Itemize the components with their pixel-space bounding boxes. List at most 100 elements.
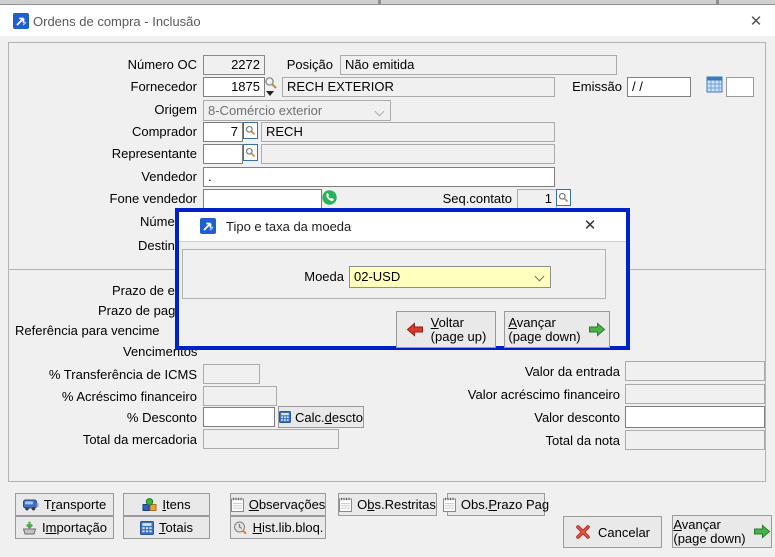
importacao-button[interactable]: Importação <box>15 516 114 539</box>
notepad-icon <box>443 497 456 512</box>
hist-lib-bloq-button[interactable]: Hist.lib.bloq. <box>230 516 326 539</box>
seq-contato-field: 1 <box>517 189 557 209</box>
calculator-icon <box>279 411 291 423</box>
valor-acrescimo-label: Valor acréscimo financeiro <box>420 387 620 403</box>
modal-avancar-label: Avançar(page down) <box>508 316 580 344</box>
app-logo-icon <box>200 218 216 234</box>
representante-label: Representante <box>17 146 197 162</box>
truck-icon <box>23 499 39 511</box>
calc-descto-button[interactable]: Calc.descto <box>278 406 364 428</box>
history-scroll-icon <box>233 521 248 535</box>
vendedor-input[interactable]: . <box>203 167 555 187</box>
chevron-down-icon <box>535 272 545 282</box>
total-mercadoria-field <box>203 429 339 449</box>
cancelar-label: Cancelar <box>598 525 650 540</box>
representante-code-input[interactable] <box>203 144 243 164</box>
totais-button[interactable]: Totais <box>123 516 210 539</box>
voltar-button[interactable]: Voltar(page up) <box>396 311 496 348</box>
fornecedor-search-icon[interactable] <box>264 76 278 90</box>
totais-label: Totais <box>159 520 193 535</box>
chevron-down-icon <box>375 107 385 117</box>
import-icon <box>22 521 37 535</box>
fornecedor-code-input[interactable]: 1875 <box>203 77 265 97</box>
emissao-extra-field <box>726 77 754 97</box>
origem-select: 8-Comércio exterior <box>203 100 391 121</box>
acrescimo-label: % Acréscimo financeiro <box>17 389 197 405</box>
importacao-label: Importação <box>42 520 107 535</box>
fornecedor-label: Fornecedor <box>17 79 197 95</box>
itens-label: Itens <box>162 497 190 512</box>
valor-desconto-input[interactable] <box>625 406 765 428</box>
moeda-select[interactable]: 02-USD <box>349 266 551 288</box>
ordens-de-compra-window: Ordens de compra - Inclusão ✕ Número OC … <box>0 0 775 557</box>
origem-value: 8-Comércio exterior <box>208 103 322 118</box>
modal-close-icon[interactable]: ✕ <box>580 217 600 235</box>
window-edge-tick <box>716 0 719 4</box>
emissao-input[interactable]: / / <box>627 77 691 97</box>
comprador-search-icon[interactable] <box>243 122 258 139</box>
whatsapp-icon[interactable] <box>322 190 337 205</box>
itens-button[interactable]: Itens <box>123 493 210 516</box>
notepad-icon <box>231 497 244 512</box>
valor-entrada-field <box>625 361 765 381</box>
comprador-code-input[interactable]: 7 <box>203 122 243 142</box>
calendar-icon[interactable] <box>706 76 723 93</box>
total-mercadoria-label: Total da mercadoria <box>17 432 197 448</box>
valor-desconto-label: Valor desconto <box>420 410 620 426</box>
cancelar-button[interactable]: Cancelar <box>563 516 662 548</box>
fornecedor-name-field: RECH EXTERIOR <box>282 77 555 97</box>
arrow-right-icon <box>753 524 771 539</box>
emissao-label: Emissão <box>542 79 622 95</box>
comprador-label: Comprador <box>17 124 197 140</box>
transporte-label: Transporte <box>44 497 106 512</box>
tipo-taxa-moeda-dialog: Tipo e taxa da moeda ✕ Moeda 02-USD Volt… <box>175 208 630 350</box>
observacoes-button[interactable]: Observações <box>230 493 326 516</box>
fone-vendedor-label: Fone vendedor <box>17 191 197 207</box>
obs-restritas-button[interactable]: Obs.Restritas <box>338 493 437 516</box>
seq-contato-search-icon[interactable] <box>556 189 571 206</box>
posicao-label: Posição <box>233 57 333 73</box>
fornecedor-dropdown-icon[interactable] <box>266 91 274 96</box>
representante-name-field <box>261 144 555 164</box>
valor-acrescimo-field <box>625 384 765 404</box>
modal-titlebar: Tipo e taxa da moeda ✕ <box>179 212 626 242</box>
modal-avancar-button[interactable]: Avançar(page down) <box>504 311 610 348</box>
hist-lib-bloq-label: Hist.lib.bloq. <box>253 520 324 535</box>
calc-descto-label: Calc.descto <box>295 410 363 425</box>
total-nota-label: Total da nota <box>420 433 620 449</box>
cancel-x-icon <box>575 524 591 540</box>
obs-restritas-label: Obs.Restritas <box>357 497 436 512</box>
posicao-field: Não emitida <box>340 55 617 75</box>
comprador-name-field: RECH <box>261 122 555 142</box>
observacoes-label: Observações <box>249 497 326 512</box>
acrescimo-field <box>203 386 277 406</box>
seq-contato-label: Seq.contato <box>432 191 512 207</box>
app-logo-icon <box>13 13 29 29</box>
referencia-vencimento-label: Referência para vencime <box>15 323 160 339</box>
main-titlebar: Ordens de compra - Inclusão ✕ <box>0 5 775 36</box>
voltar-label: Voltar(page up) <box>431 316 487 344</box>
desconto-input[interactable] <box>203 407 275 427</box>
window-title: Ordens de compra - Inclusão <box>33 14 201 29</box>
calculator-icon <box>140 521 154 535</box>
icms-label: % Transferência de ICMS <box>17 367 197 383</box>
representante-search-icon[interactable] <box>243 144 258 161</box>
modal-title: Tipo e taxa da moeda <box>226 219 351 234</box>
window-edge-tick <box>378 0 381 4</box>
avancar-button[interactable]: Avançar(page down) <box>672 515 772 548</box>
obs-prazo-pag-button[interactable]: Obs.Prazo Pag <box>447 493 545 516</box>
obs-prazo-pag-label: Obs.Prazo Pag <box>461 497 549 512</box>
close-icon[interactable]: ✕ <box>746 13 766 31</box>
moeda-value: 02-USD <box>354 269 400 284</box>
arrow-left-icon <box>406 322 424 337</box>
notepad-icon <box>339 497 352 512</box>
numero-oc-label: Número OC <box>17 57 197 73</box>
desconto-label: % Desconto <box>17 410 197 426</box>
icms-field <box>203 364 260 384</box>
numero-partial-label: Númer <box>140 214 179 230</box>
total-nota-field <box>625 430 765 450</box>
valor-entrada-label: Valor da entrada <box>420 364 620 380</box>
origem-label: Origem <box>17 102 197 118</box>
fone-vendedor-input[interactable] <box>203 189 322 209</box>
transporte-button[interactable]: Transporte <box>15 493 114 516</box>
